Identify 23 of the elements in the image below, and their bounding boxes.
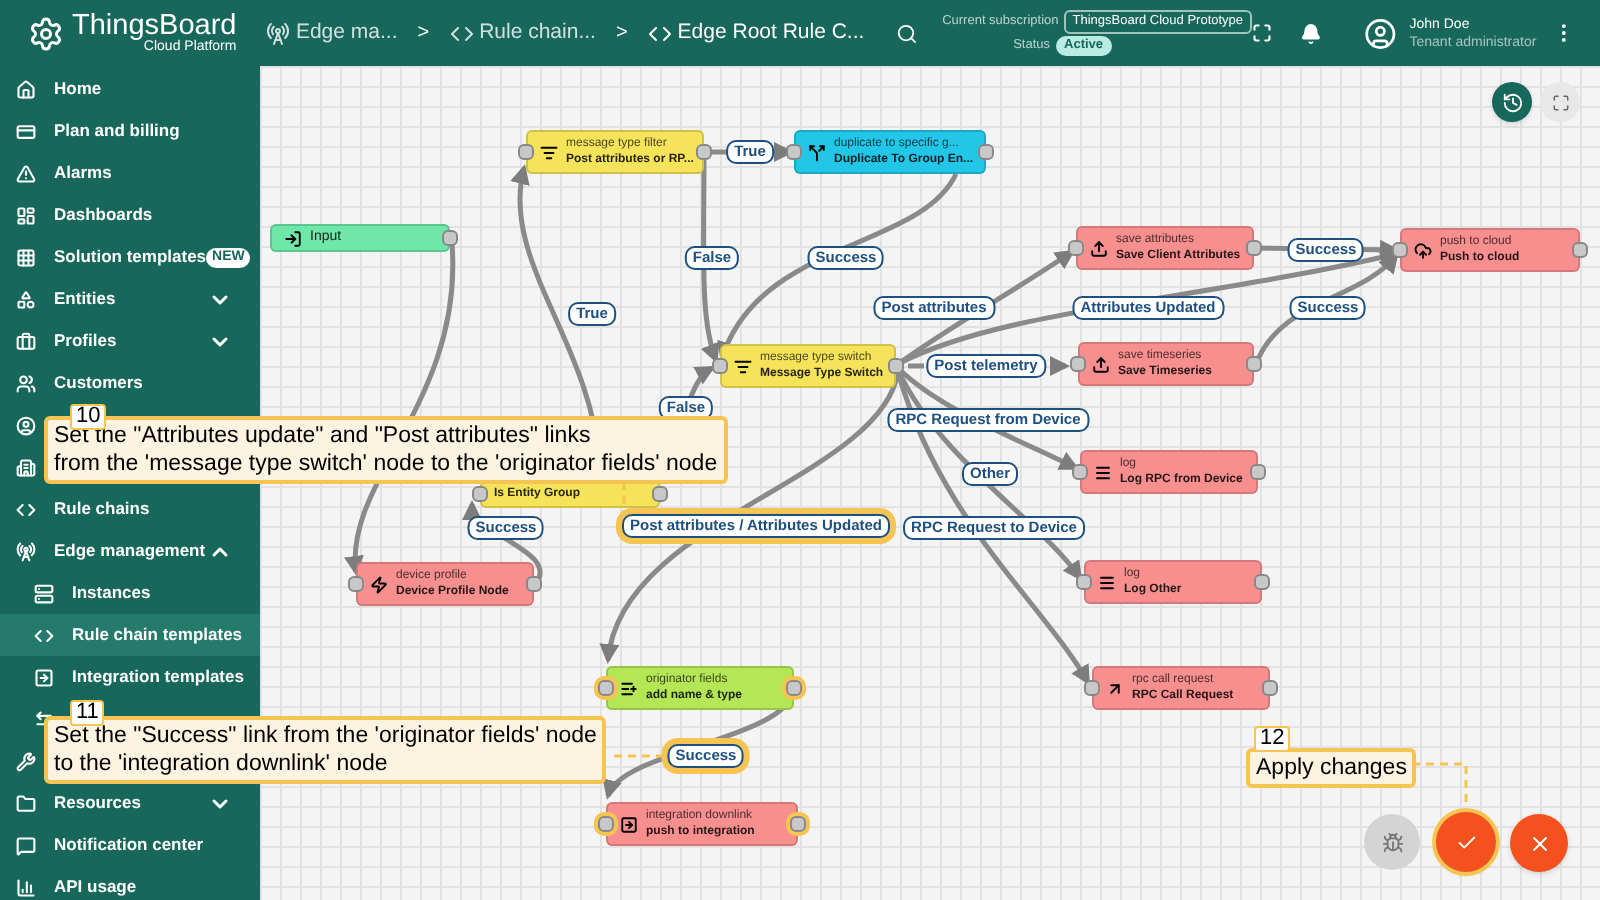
breadcrumb-separator: > — [615, 20, 628, 48]
sidebar-label: Edge management — [54, 538, 206, 564]
sidebar-label: Customers — [54, 370, 143, 396]
sidebar-label: Entities — [54, 286, 116, 312]
step-number-tooltip: 11 — [70, 700, 105, 726]
sidebar-label: Notification center — [54, 832, 204, 858]
logo-title: ThingsBoard — [72, 11, 237, 41]
sidebar-label: Instances — [72, 580, 151, 606]
sidebar-label: API usage — [54, 874, 137, 900]
sidebar-label: Rule chains — [54, 496, 150, 522]
sidebar-label: Profiles — [54, 328, 117, 354]
breadcrumb-separator: > — [417, 20, 430, 48]
sidebar-label: Alarms — [54, 160, 112, 186]
sidebar-label: Rule chain templates — [72, 622, 243, 648]
sidebar-label: Solution templates — [54, 244, 207, 270]
sidebar-label: Plan and billing — [54, 118, 180, 144]
sidebar-label: Dashboards — [54, 202, 153, 228]
sidebar-label: Integration templates — [72, 664, 244, 690]
step-tooltip: Apply changes — [1246, 748, 1417, 788]
sidebar-label: Resources — [54, 790, 141, 816]
sidebar-label: Home — [54, 76, 102, 102]
step-number-tooltip: 12 — [1254, 726, 1291, 752]
step-tooltip: Set the "Success" link from the 'originator fields' node to the 'integration downlink' node — [44, 716, 607, 784]
